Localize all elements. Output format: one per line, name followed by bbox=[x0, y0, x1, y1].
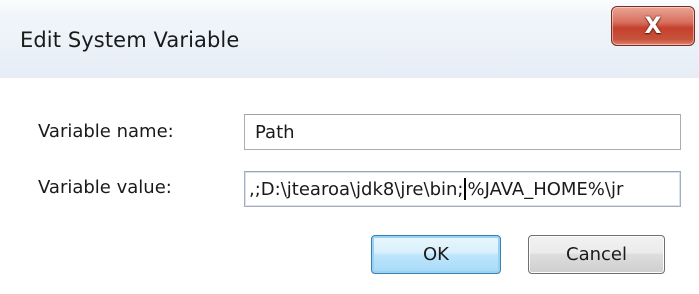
variable-name-text: Path bbox=[255, 121, 295, 143]
close-icon: X bbox=[644, 13, 662, 39]
variable-value-field[interactable]: ,;D:\jtearoa\jdk8\jre\bin; %JAVA_HOME%\jr bbox=[244, 171, 681, 207]
title-bar[interactable]: Edit System Variable X bbox=[0, 0, 699, 78]
variable-value-text-after-caret: %JAVA_HOME%\jr bbox=[467, 178, 624, 200]
dialog-content: Variable name: Path Variable value: ,;D:… bbox=[0, 78, 699, 294]
ok-button-label: OK bbox=[423, 244, 449, 265]
variable-name-field[interactable]: Path bbox=[244, 114, 681, 150]
variable-value-label: Variable value: bbox=[38, 177, 172, 198]
variable-value-text-before-caret: ,;D:\jtearoa\jdk8\jre\bin; bbox=[249, 178, 464, 200]
title-bar-highlight bbox=[0, 0, 699, 14]
cancel-button[interactable]: Cancel bbox=[528, 235, 665, 274]
close-button[interactable]: X bbox=[611, 6, 695, 46]
text-caret bbox=[464, 178, 467, 200]
cancel-button-label: Cancel bbox=[566, 244, 627, 265]
edit-system-variable-dialog: Edit System Variable X Variable name: Pa… bbox=[0, 0, 699, 294]
ok-button[interactable]: OK bbox=[371, 235, 501, 274]
window-title: Edit System Variable bbox=[20, 28, 240, 52]
variable-name-label: Variable name: bbox=[38, 121, 174, 142]
